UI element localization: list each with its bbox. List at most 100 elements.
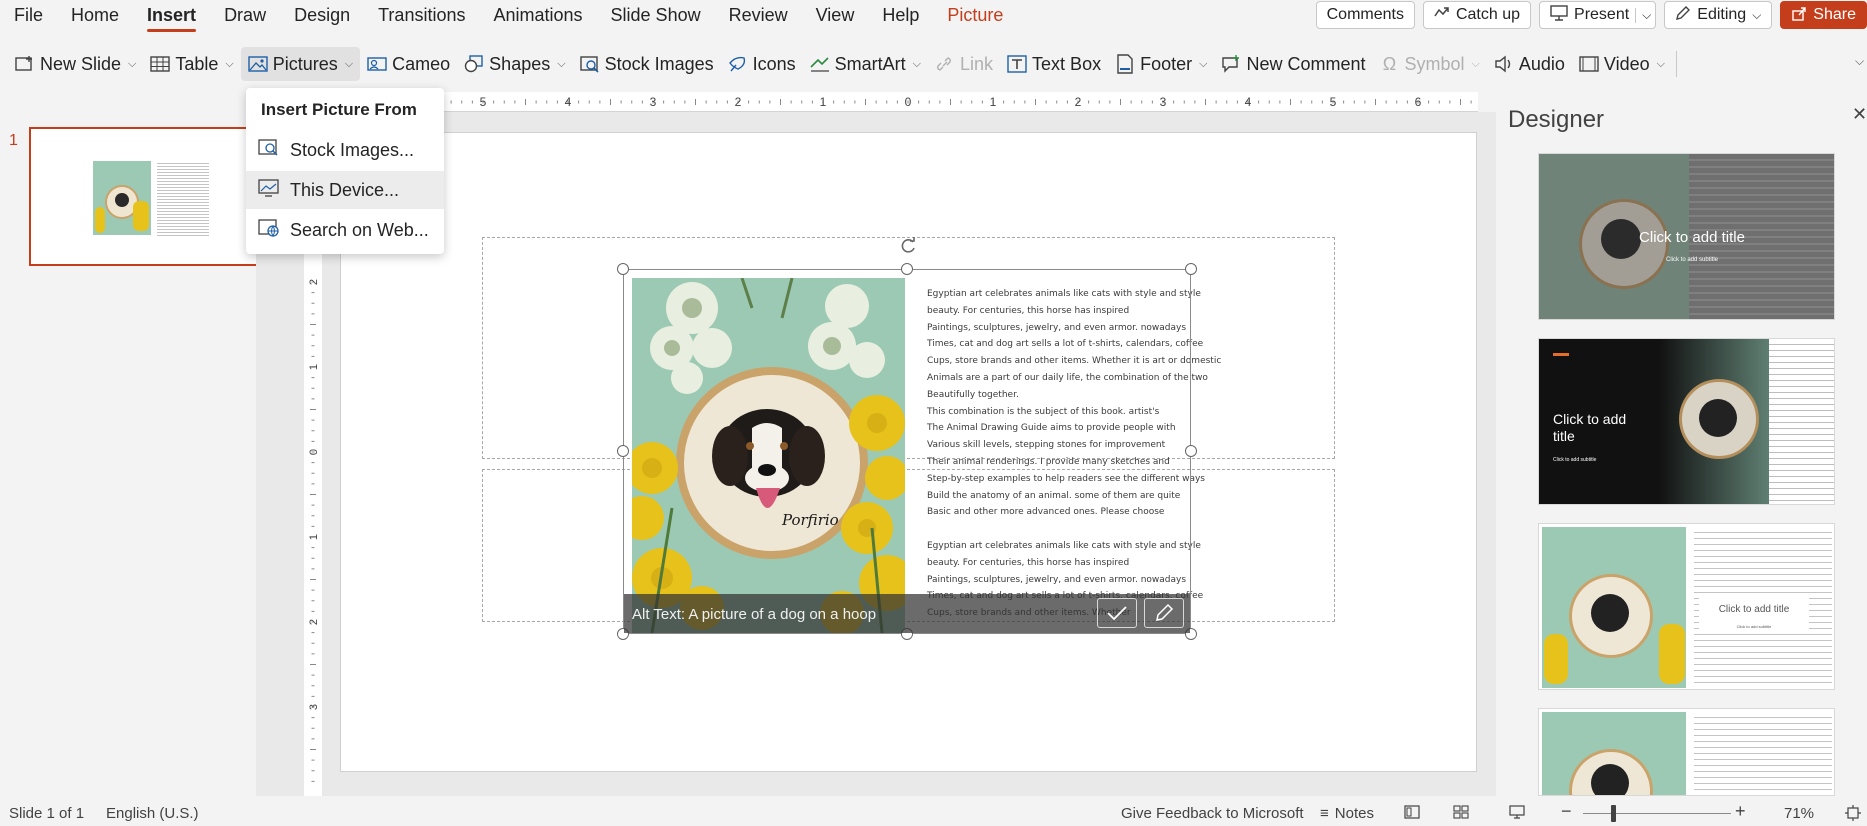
slide-sorter-icon[interactable] — [1453, 805, 1469, 823]
text-box-button[interactable]: Text Box — [1000, 47, 1108, 81]
video-button[interactable]: Video ⌵ — [1572, 47, 1672, 81]
share-button[interactable]: Share — [1780, 1, 1867, 29]
present-button[interactable]: Present ⌵ — [1539, 1, 1657, 29]
comments-button[interactable]: Comments — [1315, 1, 1415, 29]
zoom-slider-thumb[interactable] — [1611, 805, 1616, 822]
chevron-down-icon: ⌵ — [1656, 57, 1665, 70]
symbol-button[interactable]: Ω Symbol ⌵ — [1372, 47, 1486, 81]
audio-icon — [1494, 54, 1514, 74]
stock-images-menu-item[interactable]: Stock Images... — [246, 131, 444, 169]
stock-images-button[interactable]: Stock Images — [573, 47, 721, 81]
tab-help[interactable]: Help — [868, 0, 933, 30]
zoom-out-button[interactable]: − — [1561, 801, 1572, 822]
design-option-2[interactable]: Click to add title Click to add subtitle — [1538, 338, 1835, 505]
chevron-down-icon: ⌵ — [557, 57, 566, 70]
footer-label: Footer — [1140, 53, 1193, 74]
zoom-level[interactable]: 71% — [1784, 805, 1814, 822]
tab-file[interactable]: File — [0, 0, 57, 30]
tab-picture[interactable]: Picture — [933, 0, 1017, 30]
design-option-1-subtitle: Click to add subtitle — [1665, 257, 1719, 263]
tab-view[interactable]: View — [802, 0, 869, 30]
resize-handle-top-left[interactable] — [617, 263, 629, 275]
new-comment-icon — [1221, 54, 1241, 74]
ruler-label: 1 — [308, 534, 320, 540]
pictures-button[interactable]: Pictures ⌵ — [240, 47, 361, 81]
close-icon[interactable]: ✕ — [1852, 104, 1867, 125]
footer-button[interactable]: Footer ⌵ — [1108, 47, 1214, 81]
audio-button[interactable]: Audio — [1487, 47, 1572, 81]
ruler-label: 2 — [308, 619, 320, 625]
resize-handle-top[interactable] — [901, 263, 913, 275]
new-slide-button[interactable]: New Slide ⌵ — [8, 47, 143, 81]
search-on-web-menu-item[interactable]: Search on Web... — [246, 211, 444, 249]
ruler-label: 2 — [1075, 95, 1082, 109]
designer-title: Designer — [1508, 106, 1605, 133]
tab-transitions[interactable]: Transitions — [364, 0, 479, 30]
smartart-label: SmartArt — [834, 53, 906, 74]
search-web-icon — [258, 218, 280, 243]
thumbnail-photo — [93, 161, 151, 235]
tab-review[interactable]: Review — [715, 0, 802, 30]
slide-thumbnail[interactable] — [29, 127, 275, 266]
normal-view-icon[interactable] — [1404, 805, 1420, 823]
design-option-1[interactable]: Click to add title Click to add subtitle — [1538, 153, 1835, 320]
new-comment-button[interactable]: New Comment — [1214, 47, 1372, 81]
give-feedback-link[interactable]: Give Feedback to Microsoft — [1121, 805, 1304, 822]
resize-handle-right[interactable] — [1185, 445, 1197, 457]
smartart-button[interactable]: SmartArt ⌵ — [803, 47, 928, 81]
shapes-button[interactable]: Shapes ⌵ — [457, 47, 572, 81]
editing-label: Editing — [1697, 6, 1747, 23]
language-indicator[interactable]: English (U.S.) — [106, 805, 199, 822]
tab-insert[interactable]: Insert — [133, 0, 210, 32]
icons-button[interactable]: Icons — [721, 47, 803, 81]
cameo-button[interactable]: Cameo — [360, 47, 457, 81]
video-icon — [1579, 54, 1599, 74]
pictures-dropdown-menu: Insert Picture From Stock Images... This… — [246, 88, 444, 254]
design-option-4[interactable] — [1538, 708, 1835, 796]
pictures-icon — [248, 54, 268, 74]
notes-icon: ≡ — [1320, 805, 1329, 822]
resize-handle-left[interactable] — [617, 445, 629, 457]
picture-selection-frame — [623, 269, 1191, 634]
slide-number: 1 — [9, 132, 18, 149]
ruler-label: 5 — [480, 95, 487, 109]
resize-handle-top-right[interactable] — [1185, 263, 1197, 275]
horizontal-ruler: 6543210123456 — [340, 92, 1478, 112]
editing-mode-button[interactable]: Editing ⌵ — [1664, 1, 1773, 29]
zoom-in-button[interactable]: + — [1735, 801, 1746, 822]
approve-alt-text-button[interactable] — [1097, 598, 1137, 628]
chevron-down-icon: ⌵ — [344, 57, 354, 70]
notes-button[interactable]: ≡ Notes — [1320, 805, 1374, 822]
ribbon-expand-chevron-icon[interactable]: ⌵ — [1855, 54, 1864, 69]
audio-label: Audio — [1518, 53, 1565, 74]
tab-animations[interactable]: Animations — [479, 0, 596, 30]
chevron-down-icon: ⌵ — [225, 57, 234, 70]
fit-to-window-icon[interactable] — [1845, 805, 1861, 825]
table-button[interactable]: Table ⌵ — [143, 47, 240, 81]
table-label: Table — [175, 53, 219, 74]
tab-slide-show[interactable]: Slide Show — [597, 0, 715, 30]
this-device-icon — [258, 178, 280, 203]
zoom-slider-track[interactable] — [1583, 813, 1731, 814]
catch-up-button[interactable]: Catch up — [1422, 1, 1532, 29]
icons-icon — [728, 54, 748, 74]
tab-draw[interactable]: Draw — [210, 0, 280, 30]
tab-home[interactable]: Home — [57, 0, 133, 30]
pencil-icon — [1675, 5, 1691, 26]
present-dropdown-chevron-icon[interactable]: ⌵ — [1635, 7, 1651, 23]
design-option-3[interactable]: Click to add title Click to add subtitle — [1538, 523, 1835, 690]
edit-alt-text-button[interactable] — [1144, 598, 1184, 628]
ruler-label: 5 — [1330, 95, 1337, 109]
pictures-label: Pictures — [272, 53, 338, 74]
status-bar: Slide 1 of 1 English (U.S.) Give Feedbac… — [0, 800, 1867, 826]
ruler-label: 3 — [308, 704, 320, 710]
notes-label: Notes — [1334, 805, 1374, 822]
omega-symbol-icon: Ω — [1382, 53, 1397, 74]
reading-view-icon[interactable] — [1509, 805, 1525, 823]
new-slide-icon — [15, 54, 35, 74]
symbol-label: Symbol — [1404, 53, 1465, 74]
link-button[interactable]: Link — [928, 47, 1000, 81]
rotate-handle-icon[interactable] — [898, 236, 918, 261]
tab-design[interactable]: Design — [280, 0, 364, 30]
this-device-menu-item[interactable]: This Device... — [246, 171, 444, 209]
